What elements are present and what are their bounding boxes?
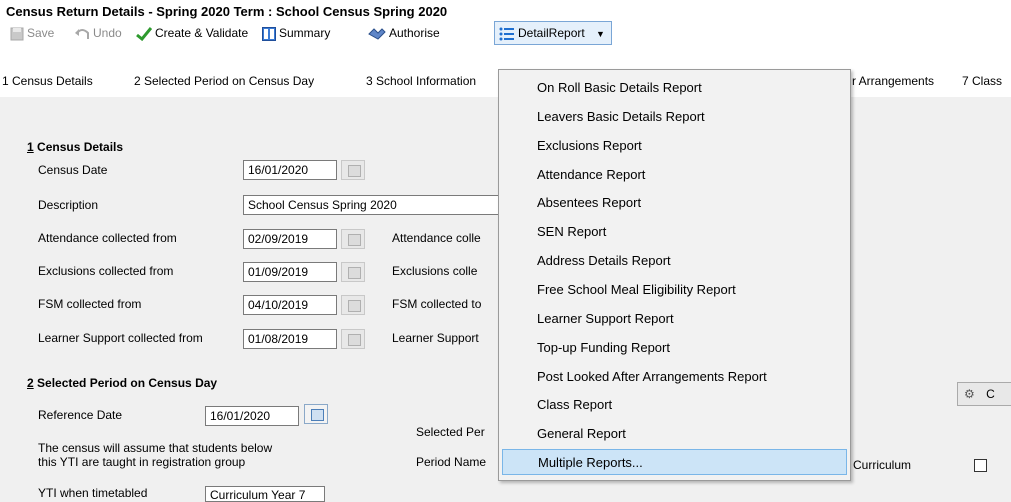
- selected-period-label: Selected Per: [416, 425, 485, 439]
- detail-report-label: DetailReport: [518, 26, 585, 40]
- census-assumption-note-line2: this YTI are taught in registration grou…: [38, 455, 246, 469]
- yti-timetabled-select[interactable]: Curriculum Year 7: [205, 486, 325, 502]
- detail-report-menu-item[interactable]: Multiple Reports...: [502, 449, 847, 476]
- summary-icon: [262, 26, 276, 41]
- detail-report-menu-item[interactable]: Learner Support Report: [537, 306, 674, 332]
- yti-timetabled-label: YTI when timetabled: [38, 486, 148, 500]
- save-label: Save: [27, 26, 55, 40]
- calendar-icon: [348, 267, 361, 279]
- detail-report-menu-item[interactable]: Exclusions Report: [537, 133, 642, 159]
- description-field[interactable]: School Census Spring 2020: [243, 195, 503, 215]
- attendance-to-label: Attendance colle: [392, 231, 481, 245]
- learner-support-from-calendar-button[interactable]: [341, 329, 365, 349]
- reference-date-field[interactable]: 16/01/2020: [205, 406, 299, 426]
- undo-icon: [75, 28, 89, 39]
- detail-report-menu-item[interactable]: Attendance Report: [537, 162, 645, 188]
- attendance-from-field[interactable]: 02/09/2019: [243, 229, 337, 249]
- undo-button[interactable]: Undo: [74, 22, 122, 44]
- tab-census-details[interactable]: 1 Census Details: [2, 71, 93, 91]
- fsm-from-label: FSM collected from: [38, 297, 142, 311]
- learner-support-from-label: Learner Support collected from: [38, 331, 203, 345]
- undo-label: Undo: [93, 26, 122, 40]
- detail-report-menu-item[interactable]: Class Report: [537, 392, 612, 418]
- curriculum-checkbox[interactable]: [974, 459, 987, 472]
- reference-date-calendar-button[interactable]: [304, 404, 328, 424]
- tab-arrangements[interactable]: r Arrangements: [852, 71, 934, 91]
- dropdown-arrow-icon: ▼: [596, 29, 605, 39]
- detail-report-button[interactable]: DetailReport ▼: [494, 21, 612, 45]
- description-label: Description: [38, 198, 99, 212]
- create-validate-button[interactable]: Create & Validate: [136, 22, 248, 44]
- census-date-field[interactable]: 16/01/2020: [243, 160, 337, 180]
- summary-label: Summary: [279, 26, 331, 40]
- authorise-label: Authorise: [389, 26, 440, 40]
- create-validate-label: Create & Validate: [155, 26, 249, 40]
- detail-report-menu: On Roll Basic Details Report Leavers Basi…: [498, 69, 851, 481]
- save-button[interactable]: Save: [10, 22, 54, 44]
- census-date-label: Census Date: [38, 163, 108, 177]
- detail-report-menu-item[interactable]: Leavers Basic Details Report: [537, 104, 705, 130]
- learner-support-from-field[interactable]: 01/08/2019: [243, 329, 337, 349]
- detail-report-menu-item[interactable]: On Roll Basic Details Report: [537, 75, 702, 101]
- fsm-to-label: FSM collected to: [392, 297, 482, 311]
- tab-selected-period[interactable]: 2 Selected Period on Census Day: [134, 71, 314, 91]
- authorise-icon: [368, 28, 386, 40]
- summary-button[interactable]: Summary: [262, 22, 330, 44]
- detail-report-menu-item[interactable]: Top-up Funding Report: [537, 335, 670, 361]
- detail-report-menu-item[interactable]: Free School Meal Eligibility Report: [537, 277, 736, 303]
- reference-date-label: Reference Date: [38, 408, 123, 422]
- save-icon: [10, 27, 24, 41]
- calendar-icon: [348, 300, 361, 312]
- census-date-calendar-button[interactable]: [341, 160, 365, 180]
- authorise-button[interactable]: Authorise: [368, 22, 440, 44]
- tab-class[interactable]: 7 Class: [962, 71, 1002, 91]
- tab-school-information[interactable]: 3 School Information: [366, 71, 476, 91]
- create-validate-check-icon: [136, 26, 152, 41]
- detail-report-menu-item[interactable]: Address Details Report: [537, 248, 671, 274]
- detail-report-menu-item[interactable]: Absentees Report: [537, 190, 641, 216]
- detail-report-menu-item[interactable]: Post Looked After Arrangements Report: [537, 364, 767, 390]
- learner-support-to-label: Learner Support: [392, 331, 479, 345]
- detail-report-list-icon: [499, 27, 514, 41]
- fsm-from-field[interactable]: 04/10/2019: [243, 295, 337, 315]
- attendance-from-calendar-button[interactable]: [341, 229, 365, 249]
- attendance-from-label: Attendance collected from: [38, 231, 177, 245]
- detail-report-menu-item[interactable]: SEN Report: [537, 219, 606, 245]
- exclusions-from-label: Exclusions collected from: [38, 264, 174, 278]
- gear-icon: ⚙: [964, 387, 975, 401]
- section-census-details-title: 1 Census Details: [27, 140, 124, 154]
- census-assumption-note: The census will assume that students bel…: [38, 441, 272, 469]
- calendar-icon: [348, 165, 361, 177]
- exclusions-to-label: Exclusions colle: [392, 264, 478, 278]
- section-selected-period-title: 2 Selected Period on Census Day: [27, 376, 218, 390]
- calendar-icon: [348, 234, 361, 246]
- section2-right-button[interactable]: ⚙ C: [957, 382, 1011, 406]
- curriculum-label: Curriculum: [853, 458, 912, 472]
- section2-right-button-label: C: [986, 387, 995, 401]
- exclusions-from-calendar-button[interactable]: [341, 262, 365, 282]
- calendar-icon: [311, 409, 324, 421]
- period-name-label: Period Name: [416, 455, 487, 469]
- calendar-icon: [348, 334, 361, 346]
- fsm-from-calendar-button[interactable]: [341, 295, 365, 315]
- exclusions-from-field[interactable]: 01/09/2019: [243, 262, 337, 282]
- detail-report-menu-item[interactable]: General Report: [537, 421, 626, 447]
- census-assumption-note-line1: The census will assume that students bel…: [38, 441, 273, 455]
